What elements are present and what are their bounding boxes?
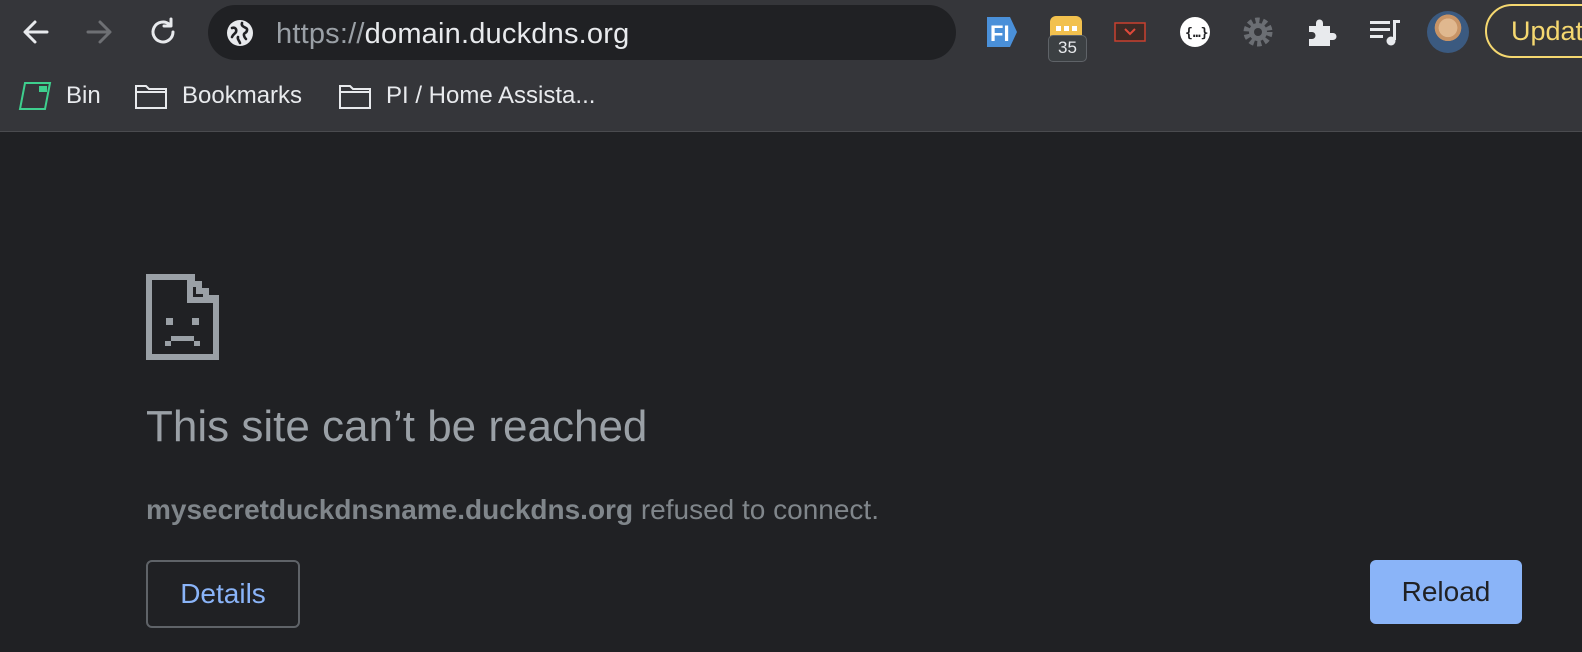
url-host: domain.duckdns.org: [364, 18, 630, 50]
bookmarks-bar: Bin Bookmarks PI / Home Assista...: [0, 64, 1582, 132]
folder-icon: [339, 85, 371, 109]
reload-nav-button[interactable]: [143, 12, 183, 52]
bookmark-label: Bin: [66, 82, 101, 109]
arrow-left-icon: [23, 20, 49, 44]
error-title: This site can’t be reached: [146, 402, 648, 451]
gear-extension-icon[interactable]: [1240, 14, 1276, 50]
profile-avatar[interactable]: [1427, 11, 1469, 53]
bookmark-label: PI / Home Assista...: [386, 82, 596, 109]
reload-button[interactable]: Reload: [1370, 560, 1522, 624]
bookmark-folder-bookmarks[interactable]: Bookmarks: [134, 78, 302, 114]
error-host: mysecretduckdnsname.duckdns.org: [146, 494, 634, 525]
folder-icon: [135, 85, 167, 109]
bookmark-bin[interactable]: Bin: [18, 78, 101, 114]
bin-icon: [18, 82, 52, 110]
pocket-extension-icon[interactable]: [1112, 14, 1148, 50]
reload-icon: [151, 17, 175, 44]
error-message-suffix: refused to connect.: [633, 494, 879, 525]
bookmark-folder-pi-home-assistant[interactable]: PI / Home Assista...: [338, 78, 595, 114]
puzzle-icon[interactable]: [1303, 14, 1339, 50]
media-queue-icon[interactable]: [1367, 14, 1403, 50]
address-bar[interactable]: https://domain.duckdns.org: [208, 5, 956, 60]
fi-extension-icon[interactable]: FI: [984, 14, 1020, 50]
update-button[interactable]: Update: [1485, 4, 1582, 58]
arrow-right-icon: [86, 20, 112, 44]
browser-toolbar: https://domain.duckdns.org FI 35 {…} Upd…: [0, 0, 1582, 64]
forward-button[interactable]: [79, 12, 119, 52]
bookmark-label: Bookmarks: [182, 82, 303, 109]
url-scheme: https://: [276, 18, 365, 50]
details-button[interactable]: Details: [146, 560, 300, 628]
sad-page-icon: [146, 274, 219, 360]
globe-icon[interactable]: [226, 19, 254, 47]
error-page: This site can’t be reached mysecretduckd…: [0, 132, 1582, 652]
url-text[interactable]: https://domain.duckdns.org: [276, 18, 629, 51]
back-button[interactable]: [16, 12, 56, 52]
error-message: mysecretduckdnsname.duckdns.org refused …: [146, 494, 879, 526]
svg-text:FI: FI: [990, 21, 1010, 46]
extension-badge: 35: [1048, 35, 1087, 62]
svg-text:{…}: {…}: [1185, 26, 1208, 41]
json-extension-icon[interactable]: {…}: [1177, 14, 1213, 50]
